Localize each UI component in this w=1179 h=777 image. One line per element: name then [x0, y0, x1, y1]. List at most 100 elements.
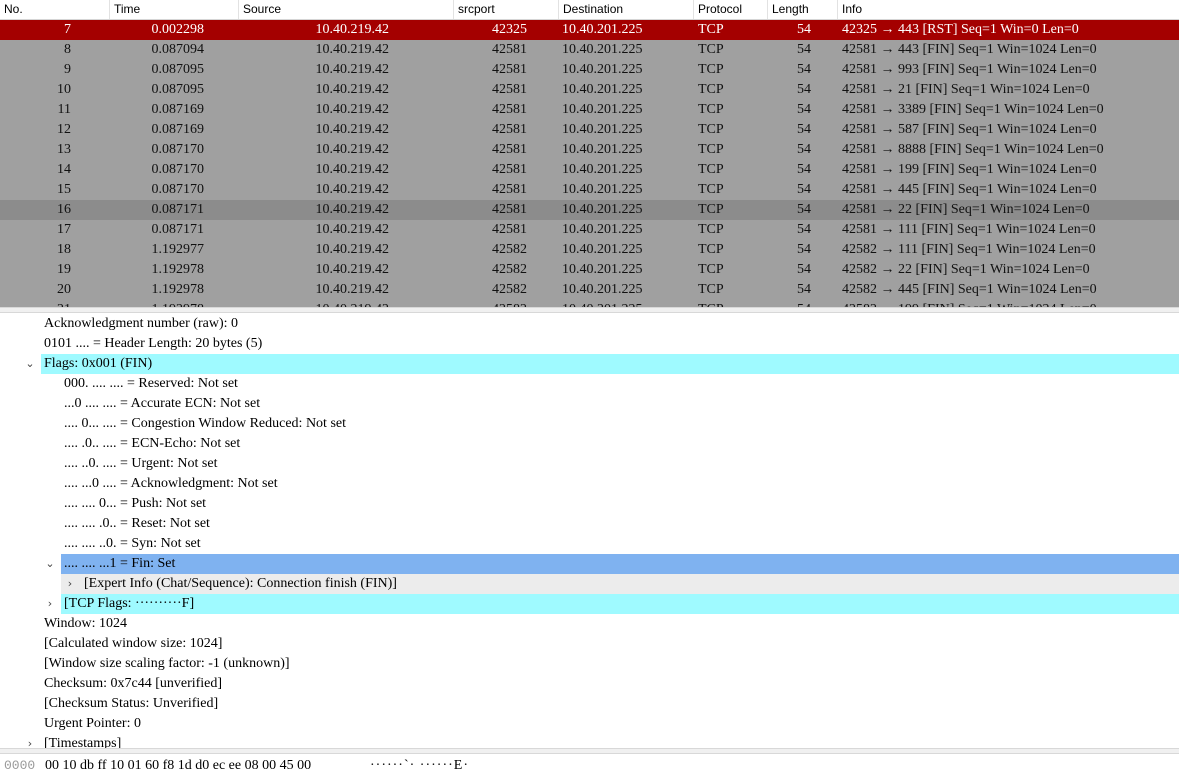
detail-tree-item[interactable]: Urgent Pointer: 0	[0, 714, 1179, 734]
detail-tree-item[interactable]: Window: 1024	[0, 614, 1179, 634]
detail-tree-item[interactable]: Checksum: 0x7c44 [unverified]	[0, 674, 1179, 694]
packet-protocol: TCP	[698, 242, 724, 257]
packet-srcport: 42582	[454, 300, 558, 307]
packet-length: 54	[797, 242, 811, 257]
packet-info: 42581 → 443 [FIN] Seq=1 Win=1024 Len=0	[842, 42, 1097, 57]
packet-row[interactable]: 17 0.087171 10.40.219.42 42581 10.40.201.225…	[0, 220, 1179, 240]
detail-tree-item[interactable]: .... 0... .... = Congestion Window Reduc…	[0, 414, 1179, 434]
packet-destination: 10.40.201.225	[562, 82, 643, 97]
packet-length: 54	[797, 182, 811, 197]
detail-tree-label: .... .... ..0. = Syn: Not set	[64, 536, 201, 551]
packet-row[interactable]: 15 0.087170 10.40.219.42 42581 10.40.201.225…	[0, 180, 1179, 200]
chevron-right-icon[interactable]: ›	[24, 734, 36, 748]
detail-tree-item[interactable]: .... .0.. .... = ECN-Echo: Not set	[0, 434, 1179, 454]
chevron-right-icon[interactable]: ›	[44, 594, 56, 614]
packet-destination: 10.40.201.225	[562, 202, 643, 217]
column-header-length[interactable]: Length	[768, 0, 838, 19]
packet-destination: 10.40.201.225	[562, 142, 643, 157]
detail-tree-item[interactable]: .... ..0. .... = Urgent: Not set	[0, 454, 1179, 474]
packet-info: 42581 → 8888 [FIN] Seq=1 Win=1024 Len=0	[842, 142, 1104, 157]
detail-tree-item[interactable]: › [Expert Info (Chat/Sequence): Connectio…	[61, 574, 1179, 594]
detail-tree-label: .... .0.. .... = ECN-Echo: Not set	[64, 436, 241, 451]
packet-no: 20	[57, 282, 71, 297]
packet-list-header: No. Time Source srcport Destination Prot…	[0, 0, 1179, 20]
detail-tree-item[interactable]: ⌄ Flags: 0x001 (FIN)	[25, 354, 1179, 374]
column-header-protocol[interactable]: Protocol	[694, 0, 768, 19]
detail-tree-item[interactable]: › [Timestamps]	[0, 734, 1179, 748]
packet-time: 1.192977	[151, 242, 205, 257]
detail-tree-label: ...0 .... .... = Accurate ECN: Not set	[64, 396, 261, 411]
detail-tree-item[interactable]: ...0 .... .... = Accurate ECN: Not set	[0, 394, 1179, 414]
packet-time: 0.087170	[151, 142, 205, 157]
packet-bytes-pane[interactable]: 0000 00 10 db ff 10 01 60 f8 1d d0 ec ee…	[0, 754, 1179, 777]
packet-row[interactable]: 16 0.087171 10.40.219.42 42581 10.40.201.225…	[0, 200, 1179, 220]
column-header-source[interactable]: Source	[239, 0, 454, 19]
pane-splitter-top[interactable]	[0, 307, 1179, 313]
packet-row[interactable]: 13 0.087170 10.40.219.42 42581 10.40.201.225…	[0, 140, 1179, 160]
detail-tree-item[interactable]: 000. .... .... = Reserved: Not set	[0, 374, 1179, 394]
detail-tree-item[interactable]: › [TCP Flags: ··········F]	[48, 594, 1179, 614]
chevron-down-icon[interactable]: ⌄	[44, 554, 56, 574]
packet-row[interactable]: 18 1.192977 10.40.219.42 42582 10.40.201.225…	[0, 240, 1179, 260]
packet-row[interactable]: 7 0.002298 10.40.219.42 42325 10.40.201.225 T…	[0, 20, 1179, 40]
chevron-right-icon[interactable]: ›	[64, 574, 76, 594]
detail-tree-item[interactable]: .... .... .0.. = Reset: Not set	[0, 514, 1179, 534]
packet-srcport: 42581	[492, 182, 527, 197]
packet-source: 10.40.219.42	[315, 242, 390, 257]
hex-ascii[interactable]: ······`· ······E·	[370, 754, 469, 777]
packet-row[interactable]: 20 1.192978 10.40.219.42 42582 10.40.201.225…	[0, 280, 1179, 300]
packet-no: 21	[0, 300, 109, 307]
packet-info: 42581 → 22 [FIN] Seq=1 Win=1024 Len=0	[842, 202, 1090, 217]
packet-row[interactable]: 8 0.087094 10.40.219.42 42581 10.40.201.225 T…	[0, 40, 1179, 60]
packet-row[interactable]: 9 0.087095 10.40.219.42 42581 10.40.201.225 T…	[0, 60, 1179, 80]
packet-row[interactable]: 211.19297810.40.219.424258210.40.201.225…	[0, 300, 1179, 307]
detail-tree-item[interactable]: ⌄ .... .... ...1 = Fin: Set	[45, 554, 1179, 574]
detail-tree-item[interactable]: [Calculated window size: 1024]	[0, 634, 1179, 654]
packet-srcport: 42581	[492, 222, 527, 237]
packet-srcport: 42582	[492, 262, 527, 277]
detail-tree-label: [Window size scaling factor: -1 (unknown…	[44, 656, 290, 671]
packet-row[interactable]: 19 1.192978 10.40.219.42 42582 10.40.201.225…	[0, 260, 1179, 280]
packet-srcport: 42582	[492, 282, 527, 297]
packet-protocol: TCP	[698, 202, 724, 217]
packet-row[interactable]: 12 0.087169 10.40.219.42 42581 10.40.201.225…	[0, 120, 1179, 140]
chevron-down-icon[interactable]: ⌄	[24, 354, 36, 374]
detail-tree-item[interactable]: 0101 .... = Header Length: 20 bytes (5)	[0, 334, 1179, 354]
column-header-info[interactable]: Info	[838, 0, 1179, 19]
detail-tree-item[interactable]: Acknowledgment number (raw): 0	[0, 314, 1179, 334]
packet-info: 42581 → 3389 [FIN] Seq=1 Win=1024 Len=0	[842, 102, 1104, 117]
packet-destination: 10.40.201.225	[562, 242, 643, 257]
packet-source: 10.40.219.42	[315, 142, 390, 157]
column-header-time[interactable]: Time	[110, 0, 239, 19]
detail-tree-item[interactable]: .... .... 0... = Push: Not set	[0, 494, 1179, 514]
packet-srcport: 42582	[492, 242, 527, 257]
packet-destination: 10.40.201.225	[562, 222, 643, 237]
packet-row[interactable]: 10 0.087095 10.40.219.42 42581 10.40.201.225…	[0, 80, 1179, 100]
detail-tree-item[interactable]: [Checksum Status: Unverified]	[0, 694, 1179, 714]
packet-info: 42325 → 443 [RST] Seq=1 Win=0 Len=0	[842, 22, 1079, 37]
detail-tree-label: Window: 1024	[44, 616, 128, 631]
packet-row[interactable]: 11 0.087169 10.40.219.42 42581 10.40.201.225…	[0, 100, 1179, 120]
hex-bytes[interactable]: 00 10 db ff 10 01 60 f8 1d d0 ec ee 08 0…	[45, 754, 311, 777]
column-header-destination[interactable]: Destination	[559, 0, 694, 19]
detail-tree-item[interactable]: .... .... ..0. = Syn: Not set	[0, 534, 1179, 554]
packet-list[interactable]: No. Time Source srcport Destination Prot…	[0, 0, 1179, 307]
packet-time: 0.087170	[151, 162, 205, 177]
packet-protocol: TCP	[698, 102, 724, 117]
packet-no: 12	[57, 122, 71, 137]
packet-source: 10.40.219.42	[315, 222, 390, 237]
packet-time: 1.192978	[151, 262, 205, 277]
detail-tree-item[interactable]: [Window size scaling factor: -1 (unknown…	[0, 654, 1179, 674]
packet-details-tree[interactable]: Acknowledgment number (raw): 0 0101 .... …	[0, 314, 1179, 748]
packet-no: 18	[57, 242, 71, 257]
packet-srcport: 42581	[492, 82, 527, 97]
packet-time: 0.002298	[151, 22, 205, 37]
packet-protocol: TCP	[698, 122, 724, 137]
column-header-no[interactable]: No.	[0, 0, 110, 19]
packet-source: 10.40.219.42	[315, 22, 390, 37]
detail-tree-item[interactable]: .... ...0 .... = Acknowledgment: Not set	[0, 474, 1179, 494]
packet-row[interactable]: 14 0.087170 10.40.219.42 42581 10.40.201.225…	[0, 160, 1179, 180]
column-header-srcport[interactable]: srcport	[454, 0, 559, 19]
packet-time: 0.087169	[151, 102, 205, 117]
packet-length: 54	[797, 62, 811, 77]
